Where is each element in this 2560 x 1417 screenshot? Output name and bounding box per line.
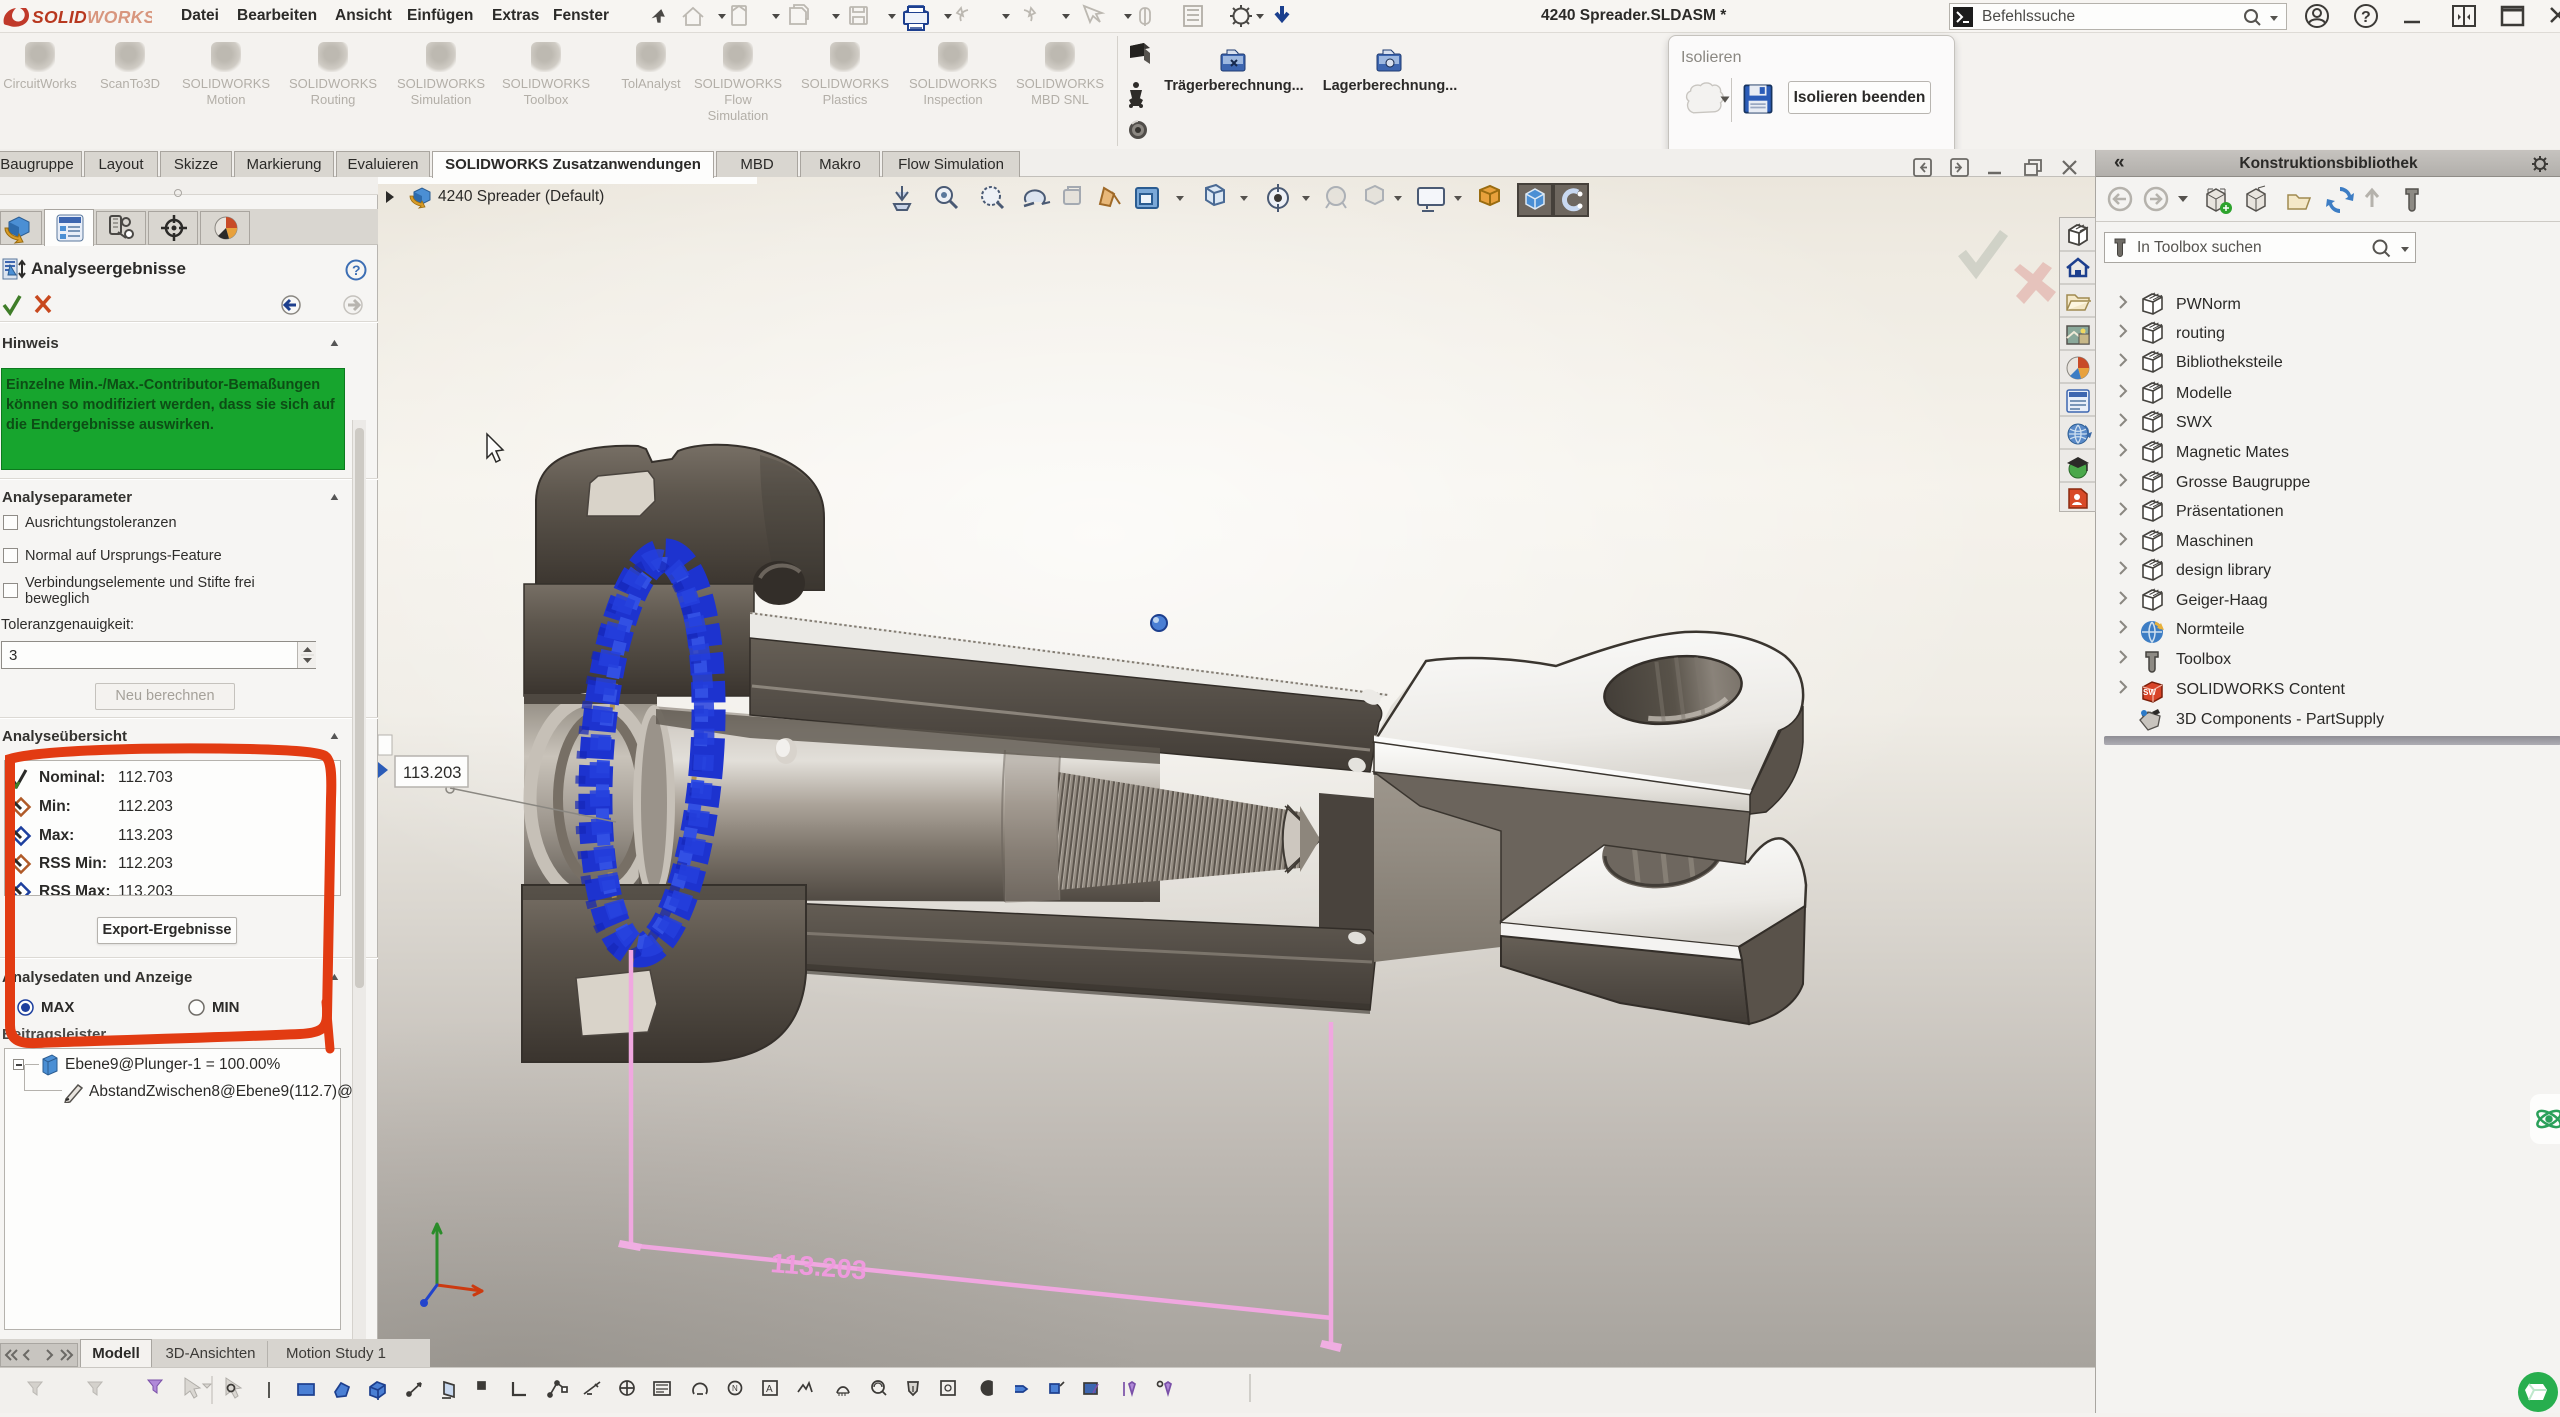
svg-text:SW: SW [2143, 688, 2156, 697]
svg-text:3D Components - PartSupply: 3D Components - PartSupply [2176, 711, 2384, 728]
svg-text:Bibliotheksteile: Bibliotheksteile [2176, 354, 2283, 371]
svg-text:design library: design library [2176, 562, 2271, 579]
svg-text:SOLIDWORKS: SOLIDWORKS [32, 7, 152, 27]
svg-text:113.203: 113.203 [403, 764, 461, 782]
svg-text:Geiger-Haag: Geiger-Haag [2176, 592, 2268, 609]
svg-text:PWNorm: PWNorm [2176, 296, 2241, 313]
svg-text:N: N [732, 1384, 738, 1393]
svg-text:Magnetic Mates: Magnetic Mates [2176, 444, 2289, 461]
svg-text:routing: routing [2176, 325, 2225, 342]
svg-text:?: ? [352, 262, 361, 278]
svg-text:Maschinen: Maschinen [2176, 533, 2253, 550]
svg-text:SOLIDWORKS Content: SOLIDWORKS Content [2176, 681, 2346, 698]
svg-text:Grosse Baugruppe: Grosse Baugruppe [2176, 474, 2310, 491]
svg-text:Modelle: Modelle [2176, 385, 2232, 402]
svg-text:SWX: SWX [2176, 414, 2213, 431]
svg-text:A: A [766, 1384, 773, 1395]
svg-text:Präsentationen: Präsentationen [2176, 503, 2284, 520]
svg-text:Toolbox: Toolbox [2176, 651, 2231, 668]
svg-text:Normteile: Normteile [2176, 621, 2245, 638]
svg-text:?: ? [2361, 9, 2371, 26]
svg-text:113.203: 113.203 [770, 1248, 868, 1285]
